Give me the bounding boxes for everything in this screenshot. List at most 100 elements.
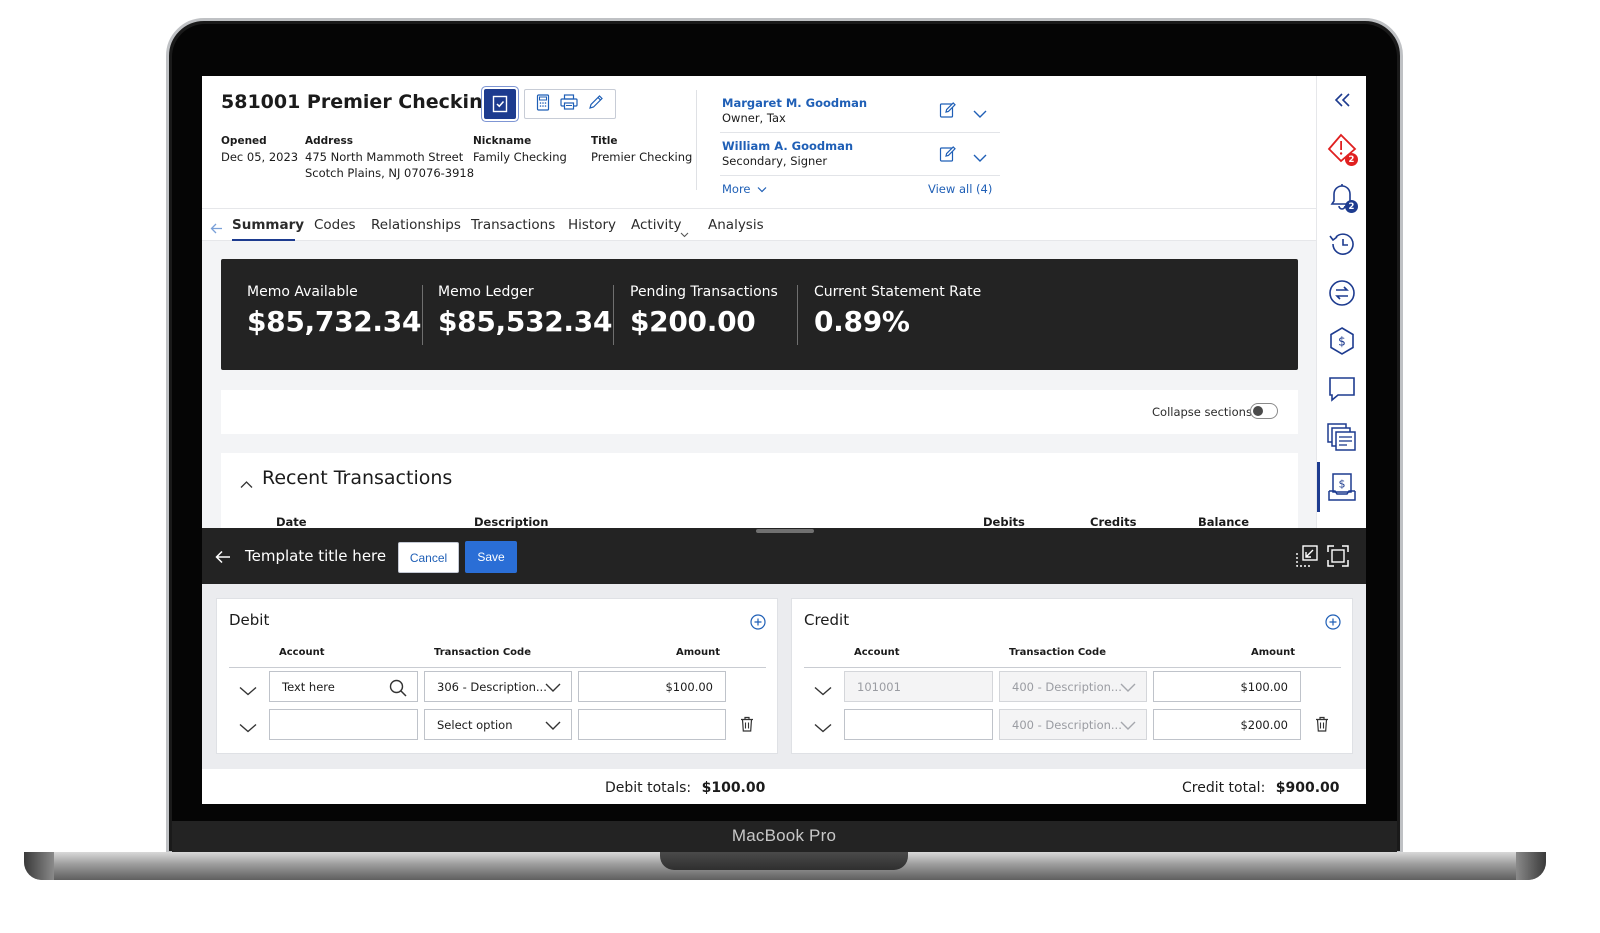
title-label: Title [591, 135, 618, 147]
cancel-button[interactable]: Cancel [398, 542, 459, 573]
drawer-resize-handle[interactable] [756, 529, 814, 533]
expand-drawer-button[interactable] [1327, 545, 1349, 571]
chevron-down-icon [757, 187, 767, 193]
field-value: $200.00 [1240, 717, 1288, 732]
drawer-back-button[interactable] [215, 549, 231, 568]
tab-relationships[interactable]: Relationships [371, 217, 461, 233]
debit-total: Debit totals: $100.00 [605, 780, 765, 796]
statements-icon [1327, 423, 1356, 451]
tabs-back-button[interactable] [210, 219, 223, 238]
metric-value: $85,532.34 [438, 305, 613, 338]
tab-codes[interactable]: Codes [314, 217, 356, 233]
messages-button[interactable] [1317, 366, 1366, 412]
printer-icon [560, 94, 578, 110]
chevron-up-icon [240, 481, 253, 488]
collapse-sections-toggle[interactable] [1250, 403, 1278, 419]
more-link-label: More [722, 182, 751, 196]
address-label: Address [305, 135, 353, 147]
laptop-base-edge-left [24, 852, 54, 880]
credit-amount-input[interactable]: $200.00 [1153, 709, 1301, 740]
print-button[interactable] [560, 94, 578, 114]
deposit-button[interactable]: $ [1317, 464, 1366, 510]
tab-history[interactable]: History [568, 217, 616, 233]
column-header-credits[interactable]: Credits [1090, 515, 1136, 529]
debit-amount-input[interactable] [578, 709, 726, 740]
rail-active-indicator [1317, 462, 1320, 512]
save-button[interactable]: Save [465, 541, 517, 573]
debit-total-value: $100.00 [701, 780, 766, 796]
column-header-debits[interactable]: Debits [983, 515, 1025, 529]
debit-amount-input[interactable]: $100.00 [578, 671, 726, 702]
trash-icon [741, 716, 753, 732]
chevron-down-icon [239, 723, 257, 733]
person-name-link[interactable]: Margaret M. Goodman [722, 96, 1000, 111]
metric-label: Memo Available [247, 284, 358, 300]
minimize-drawer-button[interactable] [1296, 545, 1318, 571]
nickname-value: Family Checking [473, 150, 567, 164]
opened-label: Opened [221, 135, 267, 147]
edit-person-button[interactable] [939, 145, 957, 167]
transfer-button[interactable] [1317, 270, 1366, 316]
credit-transaction-code-select: 400 - Description... [999, 709, 1147, 740]
view-all-people-link[interactable]: View all (4) [928, 182, 992, 196]
activity-chevron-icon [680, 223, 689, 242]
credit-amount-input[interactable]: $100.00 [1153, 671, 1301, 702]
field-value: $100.00 [1240, 679, 1288, 694]
person-name-link[interactable]: William A. Goodman [722, 139, 1000, 154]
column-header-balance[interactable]: Balance [1198, 515, 1249, 529]
metric-value: $85,732.34 [247, 305, 422, 338]
account-toolbar [524, 89, 616, 119]
person-role: Owner, Tax [722, 111, 786, 125]
debit-transaction-code-select[interactable]: Select option [424, 709, 572, 740]
column-header-transaction-code: Transaction Code [434, 647, 531, 658]
statements-button[interactable] [1317, 414, 1366, 460]
edit-button[interactable] [588, 94, 604, 114]
expand-row-button[interactable] [239, 681, 257, 700]
arrow-left-icon [215, 550, 230, 564]
header-rule [804, 667, 1341, 668]
history-button[interactable] [1317, 221, 1366, 267]
edit-person-button[interactable] [939, 101, 957, 123]
laptop-notch [660, 852, 908, 870]
collapse-section-button[interactable] [240, 474, 253, 493]
tab-activity[interactable]: Activity [631, 217, 682, 233]
chevron-down-icon [973, 154, 987, 162]
debit-transaction-code-select[interactable]: 306 - Description... [424, 671, 572, 702]
field-value: Text here [282, 679, 335, 694]
expand-person-button[interactable] [973, 104, 987, 123]
expand-row-button[interactable] [239, 718, 257, 737]
calculator-button[interactable] [536, 93, 550, 115]
bookmark-check-icon [492, 95, 508, 113]
expand-row-button[interactable] [814, 718, 832, 737]
fullscreen-icon [1327, 545, 1349, 567]
delete-row-button[interactable] [1315, 716, 1329, 736]
expand-row-button[interactable] [814, 681, 832, 700]
payments-button[interactable]: $ [1317, 318, 1366, 364]
column-header-date[interactable]: Date [276, 515, 307, 529]
add-debit-row-button[interactable] [750, 614, 766, 634]
metric-value: $200.00 [630, 305, 756, 338]
trash-icon [1316, 716, 1328, 732]
tab-analysis[interactable]: Analysis [708, 217, 764, 233]
header-divider [696, 90, 697, 190]
debit-account-input[interactable] [269, 709, 418, 740]
notifications-badge: 2 [1345, 200, 1358, 213]
column-header-description[interactable]: Description [474, 515, 548, 529]
tab-transactions[interactable]: Transactions [471, 217, 555, 233]
more-people-link[interactable]: More [722, 182, 767, 196]
alerts-button[interactable]: 2 [1317, 125, 1366, 171]
credit-account-input[interactable] [844, 709, 993, 740]
add-credit-row-button[interactable] [1325, 614, 1341, 634]
collapse-rail-button[interactable] [1317, 77, 1366, 123]
debit-account-input[interactable]: Text here [269, 671, 418, 702]
address-line1: 475 North Mammoth Street [305, 150, 464, 164]
meta-title: Title Premier Checking [591, 133, 692, 165]
debit-total-label: Debit totals: [605, 780, 692, 796]
panel-title: Debit [229, 611, 270, 629]
expand-person-button[interactable] [973, 148, 987, 167]
tab-summary[interactable]: Summary [232, 217, 304, 233]
notifications-button[interactable]: 2 [1317, 173, 1366, 219]
delete-row-button[interactable] [740, 716, 754, 736]
bookmark-button[interactable] [484, 89, 516, 119]
search-icon[interactable] [389, 679, 407, 697]
